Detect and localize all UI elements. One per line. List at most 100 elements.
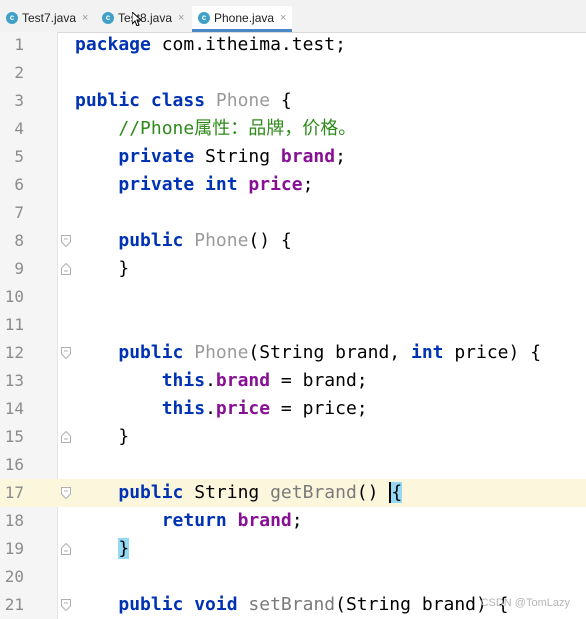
code-text: public class Phone { [75,87,292,115]
fold-marker-icon[interactable] [61,487,71,499]
code-text: public Phone() { [75,227,291,255]
tab-phone[interactable]: c Phone.java × [192,6,293,32]
code-token: price [215,398,271,419]
code-token: } [118,538,130,559]
code-line[interactable]: 12 public Phone(String brand, int price)… [0,339,586,367]
line-number: 3 [14,91,24,110]
mouse-cursor-icon [132,12,142,26]
code-token: Phone [194,342,249,363]
editor-tab-bar: c Test7.java × c Test8.java × c Phone.ja… [0,0,586,33]
code-line[interactable]: 4 //Phone属性：品牌，价格。 [0,115,586,143]
code-text: //Phone属性：品牌，价格。 [75,115,356,143]
line-number: 5 [14,147,24,166]
code-line[interactable]: 3 public class Phone { [0,87,586,115]
class-icon: c [6,12,18,24]
tab-label: Test7.java [22,11,77,25]
code-token: public [118,482,184,503]
code-line[interactable]: 15 } [0,423,586,451]
line-number: 18 [4,511,24,530]
line-number: 21 [4,595,24,614]
code-token: getBrand [270,482,357,503]
line-number: 4 [14,119,24,138]
code-text: } [75,423,129,451]
code-line[interactable]: 14 this.price = price; [0,395,586,423]
line-number: 12 [4,343,24,362]
fold-marker-icon[interactable] [61,599,71,611]
watermark: CSDN @TomLazy [480,597,570,609]
code-token: this [161,398,206,419]
code-token: . [205,398,216,419]
code-line[interactable]: 7 [0,199,586,227]
line-number: 7 [14,203,24,222]
code-token: public [118,230,184,251]
close-icon[interactable]: × [82,12,88,24]
code-line[interactable]: 8 public Phone() { [0,227,586,255]
code-token: public class [75,90,206,111]
code-token: this [161,370,206,391]
code-token: com.itheima.test; [150,34,346,55]
fold-marker-icon[interactable] [61,543,71,555]
line-number: 10 [4,287,24,306]
code-line[interactable]: 20 [0,563,586,591]
code-token: { [270,90,292,111]
code-text: return brand; [75,507,303,535]
code-text: } [75,535,130,563]
code-line[interactable]: 10 [0,283,586,311]
code-token: { [389,482,403,503]
code-line[interactable]: 5 private String brand; [0,143,586,171]
code-line[interactable]: 16 [0,451,586,479]
code-line[interactable]: 19 } [0,535,586,563]
code-token: //Phone属性：品牌，价格。 [118,118,357,139]
tab-test8[interactable]: c Test8.java × [102,6,184,30]
close-icon[interactable]: × [178,12,184,24]
code-token: } [75,426,130,447]
code-token: = brand; [270,370,368,391]
code-token: brand [215,370,271,391]
fold-marker-icon[interactable] [61,235,71,247]
line-number: 8 [14,231,24,250]
code-token: ; [291,510,303,531]
code-token: setBrand [248,594,336,615]
line-number: 16 [4,455,24,474]
code-token: () [356,482,390,503]
code-line[interactable]: 13 this.brand = brand; [0,367,586,395]
code-line[interactable]: 2 [0,59,586,87]
code-text: private String brand; [75,143,346,171]
code-line[interactable]: 6 private int price; [0,171,586,199]
code-token: Phone [215,90,271,111]
code-token: int [410,342,444,363]
fold-marker-icon[interactable] [61,347,71,359]
code-token: brand [280,146,336,167]
tab-test7[interactable]: c Test7.java × [6,6,88,30]
code-line[interactable]: 17 public String getBrand() { [0,479,586,507]
code-token: Phone [194,230,249,251]
tab-label: Test8.java [118,11,173,25]
code-token: String [194,146,281,167]
code-token: . [205,370,216,391]
close-icon[interactable]: × [280,12,286,24]
line-number: 9 [14,259,24,278]
code-line[interactable]: 18 return brand; [0,507,586,535]
code-line[interactable]: 11 [0,311,586,339]
fold-marker-icon[interactable] [61,431,71,443]
line-number: 20 [4,567,24,586]
class-icon: c [102,12,114,24]
line-number: 11 [4,315,24,334]
code-text: } [75,255,129,283]
code-token: String [183,482,271,503]
code-line[interactable]: 9 } [0,255,586,283]
code-token: return [161,510,227,531]
fold-marker-icon[interactable] [61,263,71,275]
code-line[interactable]: 1 package com.itheima.test; [0,31,586,59]
line-number: 19 [4,539,24,558]
